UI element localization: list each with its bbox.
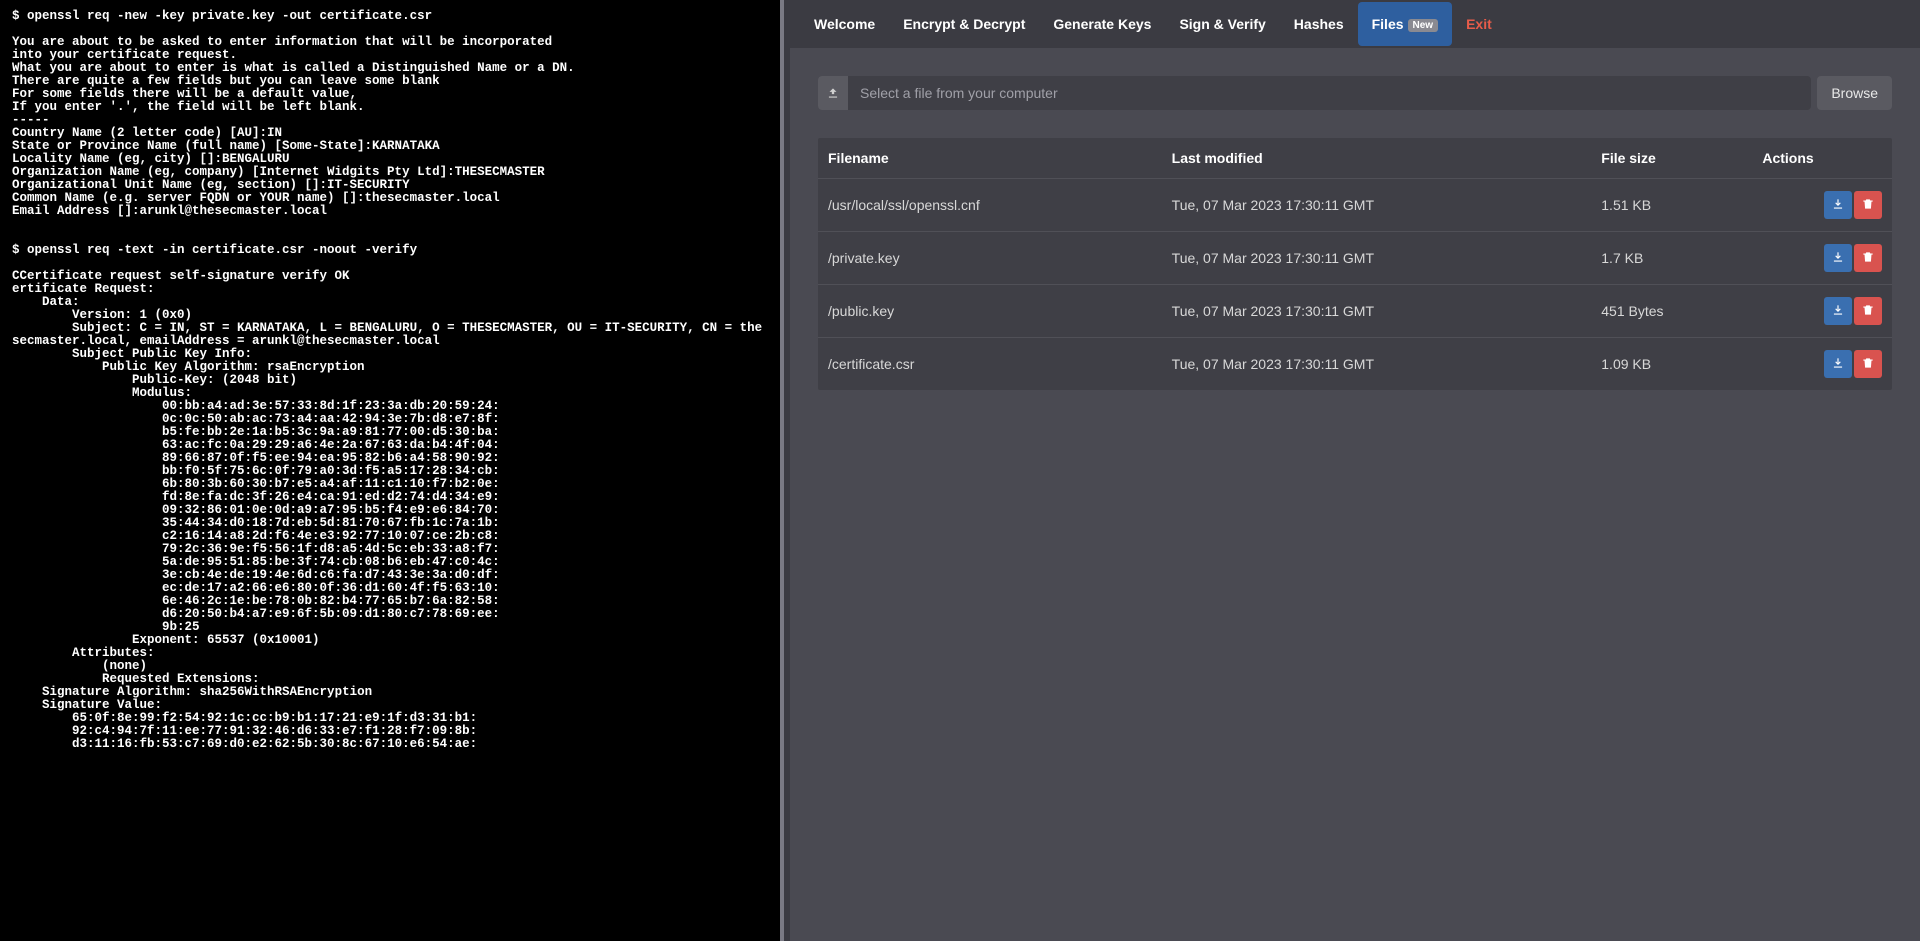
- trash-icon: [1861, 250, 1875, 267]
- download-button[interactable]: [1824, 191, 1852, 219]
- cell-modified: Tue, 07 Mar 2023 17:30:11 GMT: [1162, 232, 1592, 285]
- table-row: /usr/local/ssl/openssl.cnfTue, 07 Mar 20…: [818, 179, 1892, 232]
- cell-actions: [1752, 232, 1892, 285]
- download-icon: [1831, 197, 1845, 214]
- files-view: Select a file from your computer Browse …: [790, 48, 1920, 941]
- nav-item-hashes[interactable]: Hashes: [1280, 2, 1358, 46]
- files-table: Filename Last modified File size Actions…: [818, 138, 1892, 390]
- cell-filename: /usr/local/ssl/openssl.cnf: [818, 179, 1162, 232]
- nav-item-generate-keys[interactable]: Generate Keys: [1039, 2, 1165, 46]
- download-icon: [1831, 250, 1845, 267]
- nav-item-exit[interactable]: Exit: [1452, 2, 1506, 46]
- cell-modified: Tue, 07 Mar 2023 17:30:11 GMT: [1162, 285, 1592, 338]
- th-size: File size: [1591, 138, 1752, 179]
- file-upload-row: Select a file from your computer Browse: [818, 76, 1892, 110]
- download-icon: [1831, 303, 1845, 320]
- nav-item-label: Encrypt & Decrypt: [903, 16, 1025, 32]
- cell-modified: Tue, 07 Mar 2023 17:30:11 GMT: [1162, 179, 1592, 232]
- upload-icon: [818, 76, 848, 110]
- nav-item-label: Exit: [1466, 16, 1492, 32]
- download-button[interactable]: [1824, 350, 1852, 378]
- th-actions: Actions: [1752, 138, 1892, 179]
- cell-size: 1.51 KB: [1591, 179, 1752, 232]
- th-filename: Filename: [818, 138, 1162, 179]
- delete-button[interactable]: [1854, 350, 1882, 378]
- trash-icon: [1861, 356, 1875, 373]
- nav-item-label: Generate Keys: [1053, 16, 1151, 32]
- nav-item-label: Files: [1372, 16, 1404, 32]
- delete-button[interactable]: [1854, 297, 1882, 325]
- nav-bar: Welcome Encrypt & Decrypt Generate Keys Sig…: [790, 0, 1920, 48]
- browse-button[interactable]: Browse: [1817, 76, 1892, 110]
- cell-modified: Tue, 07 Mar 2023 17:30:11 GMT: [1162, 338, 1592, 391]
- right-panel: Welcome Encrypt & Decrypt Generate Keys Sig…: [790, 0, 1920, 941]
- download-button[interactable]: [1824, 297, 1852, 325]
- th-modified: Last modified: [1162, 138, 1592, 179]
- cell-filename: /certificate.csr: [818, 338, 1162, 391]
- download-button[interactable]: [1824, 244, 1852, 272]
- table-row: /certificate.csrTue, 07 Mar 2023 17:30:1…: [818, 338, 1892, 391]
- file-select-placeholder: Select a file from your computer: [848, 85, 1811, 101]
- nav-item-welcome[interactable]: Welcome: [800, 2, 889, 46]
- cell-filename: /public.key: [818, 285, 1162, 338]
- cell-filename: /private.key: [818, 232, 1162, 285]
- nav-badge-new: New: [1408, 19, 1439, 32]
- trash-icon: [1861, 303, 1875, 320]
- trash-icon: [1861, 197, 1875, 214]
- nav-item-files[interactable]: Files New: [1358, 2, 1452, 46]
- cell-size: 1.09 KB: [1591, 338, 1752, 391]
- cell-size: 451 Bytes: [1591, 285, 1752, 338]
- cell-actions: [1752, 285, 1892, 338]
- nav-item-sign-verify[interactable]: Sign & Verify: [1165, 2, 1279, 46]
- table-row: /public.keyTue, 07 Mar 2023 17:30:11 GMT…: [818, 285, 1892, 338]
- cell-size: 1.7 KB: [1591, 232, 1752, 285]
- table-row: /private.keyTue, 07 Mar 2023 17:30:11 GM…: [818, 232, 1892, 285]
- delete-button[interactable]: [1854, 191, 1882, 219]
- nav-item-encrypt-decrypt[interactable]: Encrypt & Decrypt: [889, 2, 1039, 46]
- cell-actions: [1752, 338, 1892, 391]
- nav-item-label: Hashes: [1294, 16, 1344, 32]
- pane-splitter[interactable]: [780, 0, 790, 941]
- nav-item-label: Sign & Verify: [1179, 16, 1265, 32]
- cell-actions: [1752, 179, 1892, 232]
- nav-item-label: Welcome: [814, 16, 875, 32]
- delete-button[interactable]: [1854, 244, 1882, 272]
- file-select-field[interactable]: Select a file from your computer: [818, 76, 1811, 110]
- terminal-output: $ openssl req -new -key private.key -out…: [0, 0, 780, 941]
- download-icon: [1831, 356, 1845, 373]
